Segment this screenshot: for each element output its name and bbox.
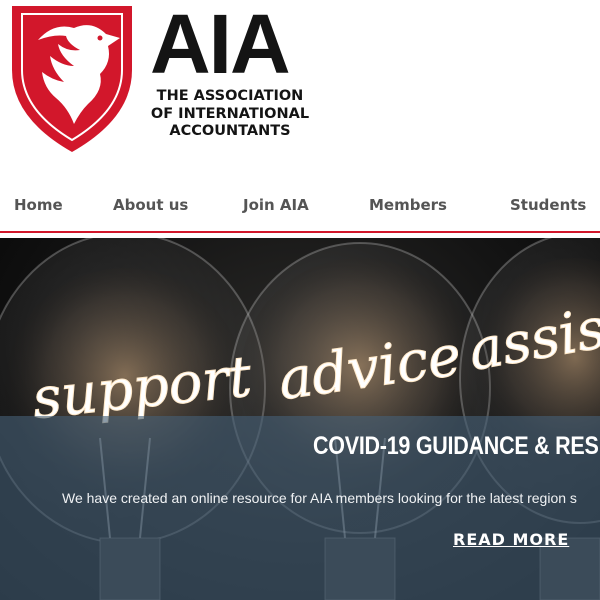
brand-name-line: ACCOUNTANTS — [169, 123, 291, 139]
hero-title: COVID-19 GUIDANCE & RES — [313, 432, 599, 460]
nav-item-join-aia[interactable]: Join AIA — [243, 196, 309, 214]
nav-divider — [0, 231, 600, 233]
main-nav: Home About us Join AIA Members Students — [0, 196, 600, 224]
brand-full-name: THE ASSOCIATION OF INTERNATIONAL ACCOUNT… — [150, 88, 310, 141]
brand-acronym: AIA — [150, 0, 291, 91]
griffin-shield-logo-icon[interactable] — [8, 0, 136, 156]
brand-name-line: OF INTERNATIONAL — [150, 105, 310, 122]
site-header: AIA THE ASSOCIATION OF INTERNATIONAL ACC… — [0, 0, 600, 185]
nav-item-students[interactable]: Students — [510, 196, 586, 214]
hero-description: We have created an online resource for A… — [62, 490, 577, 506]
nav-item-about-us[interactable]: About us — [113, 196, 188, 214]
brand-name-line: THE ASSOCIATION — [156, 88, 304, 104]
nav-item-members[interactable]: Members — [369, 196, 447, 214]
read-more-link[interactable]: READ MORE — [453, 530, 569, 549]
nav-item-home[interactable]: Home — [14, 196, 63, 214]
